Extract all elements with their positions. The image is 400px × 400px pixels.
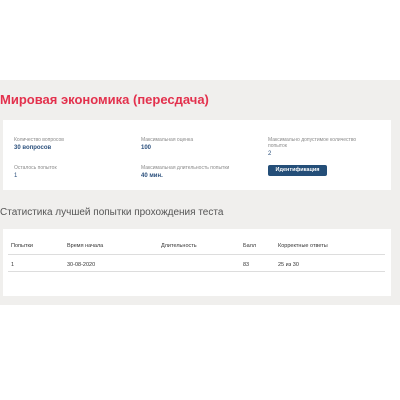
stats-table-card: Попытки Время начала Длительность Балл К… (3, 229, 391, 296)
attempts-left-label: Осталось попыток (14, 165, 57, 171)
max-attempts-label: Максимально допустимое количество попыто… (268, 137, 357, 149)
identification-button[interactable]: Идентификация (268, 165, 327, 176)
max-duration-label: Максимальная длительность попытки (141, 165, 230, 171)
max-duration-field: Максимальная длительность попытки 40 мин… (141, 165, 229, 180)
stats-title: Статистика лучшей попытки прохождения те… (0, 207, 224, 218)
questions-count-value: 30 вопросов (14, 145, 52, 151)
attempts-left-field: Осталось попыток 1 (14, 165, 57, 180)
header-start-time: Время начала (67, 243, 104, 249)
max-score-field: Максимальная оценка 100 (141, 137, 193, 152)
cell-start-time: 30-08-2020 (67, 262, 96, 268)
max-score-label: Максимальная оценка (141, 137, 194, 143)
header-attempts: Попытки (11, 243, 33, 249)
header-correct-answers: Корректные ответы (278, 243, 328, 249)
row-divider (8, 271, 385, 272)
page-title: Мировая экономика (пересдача) (0, 92, 209, 107)
header-score: Балл (243, 243, 257, 249)
max-attempts-field: Максимально допустимое количество попыто… (268, 137, 373, 158)
header-duration: Длительность (161, 243, 197, 249)
cell-score: 83 (243, 262, 250, 268)
max-score-value: 100 (141, 145, 152, 151)
cell-correct-answers: 25 из 30 (278, 262, 299, 268)
questions-count-field: Количество вопросов 30 вопросов (14, 137, 64, 152)
attempts-left-value: 1 (14, 173, 18, 179)
cell-attempt: 1 (11, 262, 15, 268)
test-info-card: Количество вопросов 30 вопросов Осталось… (3, 120, 391, 190)
questions-count-label: Количество вопросов (14, 137, 64, 143)
header-divider (8, 254, 385, 255)
max-attempts-value: 2 (268, 151, 272, 157)
max-duration-value: 40 мин. (141, 173, 163, 179)
